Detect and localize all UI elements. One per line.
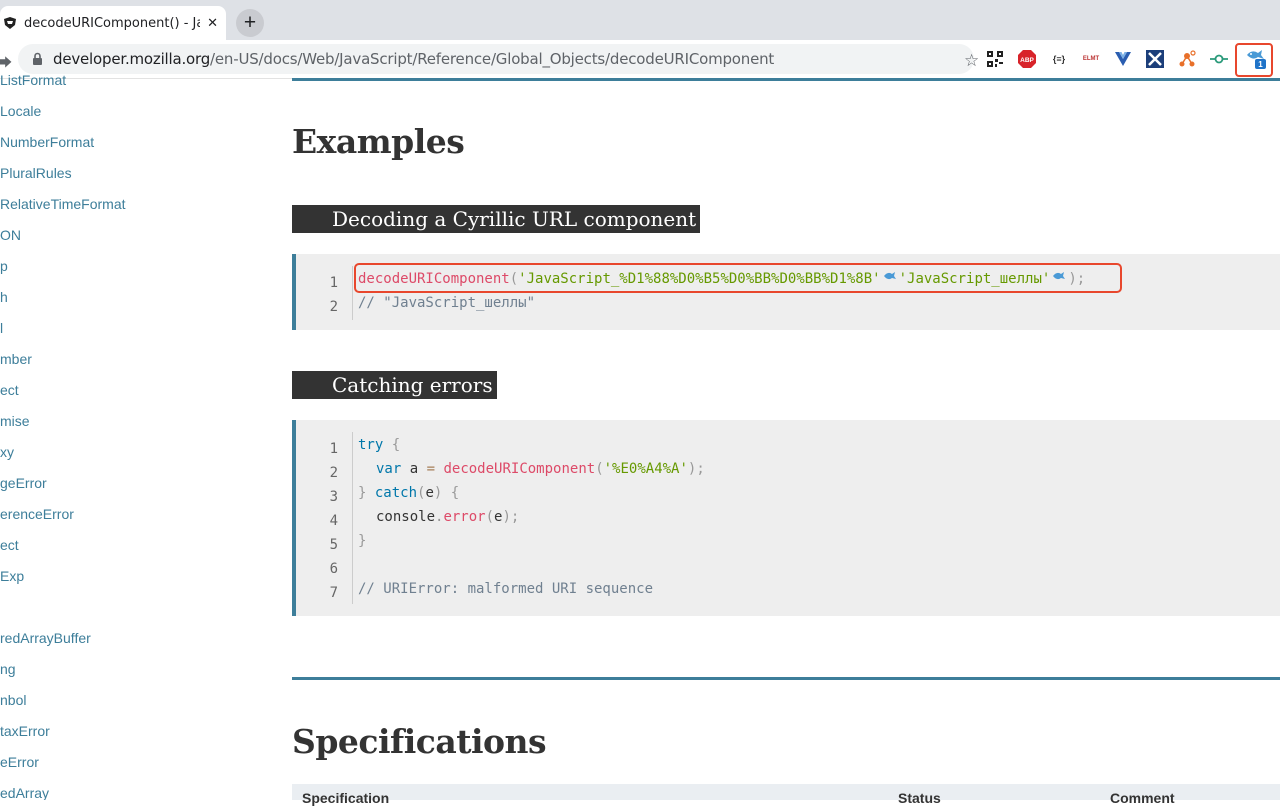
- sidebar-link[interactable]: Locale: [0, 103, 41, 119]
- new-tab-button[interactable]: +: [236, 9, 264, 37]
- sidebar-link[interactable]: PluralRules: [0, 165, 72, 181]
- sidebar-link[interactable]: xy: [0, 444, 14, 460]
- line-number: 2: [329, 299, 338, 315]
- code-punct: );: [502, 509, 520, 525]
- line-number: 5: [329, 537, 338, 553]
- sidebar-link[interactable]: geError: [0, 475, 47, 491]
- sidebar-link[interactable]: Exp: [0, 568, 24, 584]
- sidebar-link[interactable]: nbol: [0, 692, 26, 708]
- code-line: var a = decodeURIComponent('%E0%A4%A');: [376, 461, 705, 477]
- url-host: developer.mozilla.org: [53, 50, 211, 68]
- extension-highlight-box: [1235, 43, 1273, 77]
- line-number: 2: [329, 465, 338, 481]
- code-keyword: var: [376, 461, 402, 477]
- sidebar-link[interactable]: eError: [0, 754, 39, 770]
- sidebar-link[interactable]: NumberFormat: [0, 134, 94, 150]
- vue-devtools-icon[interactable]: [1114, 50, 1132, 68]
- code-punct: );: [687, 461, 705, 477]
- line-number: 6: [329, 561, 338, 577]
- code-punct: (: [595, 461, 604, 477]
- adblock-plus-icon[interactable]: ABP: [1018, 50, 1036, 68]
- line-number: 3: [329, 489, 338, 505]
- line-number: 7: [329, 585, 338, 601]
- sidebar-link[interactable]: ListFormat: [0, 72, 66, 88]
- tab-close-icon[interactable]: ✕: [207, 15, 218, 31]
- qr-code-extension-icon[interactable]: [986, 50, 1004, 68]
- bookmark-star-icon[interactable]: ☆: [964, 51, 979, 71]
- sidebar: ListFormat Locale NumberFormat PluralRul…: [0, 70, 250, 800]
- code-punct: }: [358, 485, 367, 501]
- code-line: }: [358, 533, 366, 549]
- code-highlight-box: [354, 263, 1122, 293]
- sidebar-link[interactable]: taxError: [0, 723, 50, 739]
- code-comment: // "JavaScript_шеллы": [358, 295, 536, 311]
- table-header-status: Status: [898, 790, 941, 806]
- code-string: '%E0%A4%A': [603, 461, 688, 477]
- sidebar-link[interactable]: h: [0, 289, 8, 305]
- sidebar-link[interactable]: ON: [0, 227, 21, 243]
- line-number: 4: [329, 513, 338, 529]
- code-punct: }: [358, 533, 367, 549]
- sidebar-link[interactable]: ng: [0, 661, 16, 677]
- code-function: error: [443, 509, 486, 525]
- cyrillic-section-heading: Decoding a Cyrillic URL component: [292, 205, 701, 233]
- examples-heading: Examples: [292, 122, 465, 161]
- sidebar-link[interactable]: ect: [0, 537, 19, 553]
- code-punct: {: [442, 485, 460, 501]
- code-keyword: catch: [374, 485, 418, 501]
- tab-title: decodeURIComponent() - Java: [24, 15, 200, 31]
- line-number: 1: [329, 275, 338, 291]
- plus-icon: +: [236, 9, 264, 37]
- code-punct: (: [485, 509, 495, 525]
- sidebar-link[interactable]: p: [0, 258, 8, 274]
- code-block-cyrillic: 1 2 decodeURIComponent('JavaScript_%D1%8…: [292, 254, 1280, 330]
- json-formatter-icon[interactable]: {≡}: [1050, 50, 1068, 68]
- section-divider: [292, 677, 1280, 680]
- url-path: /en-US/docs/Web/JavaScript/Reference/Glo…: [210, 50, 775, 68]
- table-header-comment: Comment: [1110, 790, 1175, 806]
- code-comment: // URIError: malformed URI sequence: [358, 581, 654, 597]
- code-line: } catch(e) {: [358, 485, 459, 501]
- elmt-extension-icon[interactable]: ELMT: [1082, 50, 1100, 68]
- table-header-specification: Specification: [302, 790, 390, 806]
- sidebar-link[interactable]: ect: [0, 382, 19, 398]
- code-identifier: a: [401, 461, 427, 477]
- code-identifier: e: [425, 485, 434, 501]
- code-line: console.error(e);: [376, 509, 519, 525]
- code-block-errors: 1 2 3 4 5 6 7 try { var a = decodeURICom…: [292, 420, 1280, 616]
- specifications-table-header: Specification Status Comment: [292, 784, 1280, 806]
- code-punct: {: [383, 437, 401, 453]
- sidebar-link[interactable]: mber: [0, 351, 32, 367]
- browser-tab[interactable]: decodeURIComponent() - Java ✕: [0, 6, 226, 40]
- gutter-divider: [352, 266, 353, 320]
- code-keyword: try: [358, 437, 384, 453]
- sidebar-link[interactable]: RelativeTimeFormat: [0, 196, 126, 212]
- catching-errors-heading: Catching errors: [292, 371, 497, 399]
- x-extension-icon[interactable]: [1146, 50, 1164, 68]
- url-text[interactable]: developer.mozilla.org/en-US/docs/Web/Jav…: [53, 50, 774, 68]
- lock-icon: [33, 52, 42, 65]
- code-function: decodeURIComponent: [443, 461, 596, 477]
- network-tool-icon[interactable]: [1178, 50, 1196, 68]
- sidebar-link[interactable]: l: [0, 320, 3, 336]
- gutter-divider: [352, 432, 353, 604]
- sidebar-link[interactable]: redArrayBuffer: [0, 630, 91, 646]
- code-operator: =: [426, 461, 436, 477]
- sidebar-link[interactable]: mise: [0, 413, 30, 429]
- code-identifier: console: [376, 509, 436, 525]
- abp-label: ABP: [1020, 57, 1034, 64]
- line-number: 1: [329, 441, 338, 457]
- git-commit-icon[interactable]: [1210, 50, 1228, 68]
- section-divider: [292, 78, 1280, 81]
- code-line: try {: [358, 437, 400, 453]
- sidebar-link[interactable]: erenceError: [0, 506, 74, 522]
- tab-strip: decodeURIComponent() - Java ✕ +: [0, 0, 1280, 40]
- sidebar-link[interactable]: edArray: [0, 785, 49, 800]
- mdn-favicon-icon: [2, 15, 18, 31]
- specifications-heading: Specifications: [292, 722, 547, 761]
